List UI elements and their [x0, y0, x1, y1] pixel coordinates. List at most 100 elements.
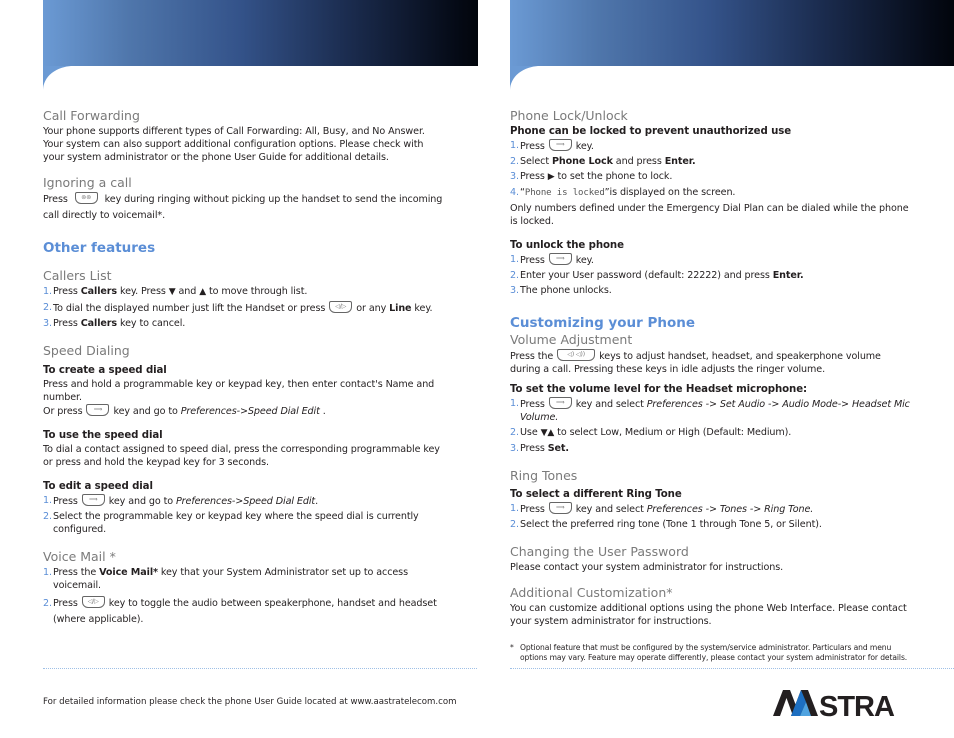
- list-item: 3. Press Callers key to cancel.: [43, 317, 443, 330]
- step-number: 1.: [510, 398, 519, 409]
- footer-text: For detailed information please check th…: [43, 697, 457, 707]
- phone-lock-heading: Phone Lock/Unlock: [510, 108, 628, 123]
- text: The phone unlocks.: [520, 285, 612, 296]
- list-item: 1. Press ⟹ key and select Preferences -> T…: [510, 502, 910, 516]
- enter-label: Enter.: [772, 270, 804, 281]
- headset-volume-title: To set the volume level for the Headset …: [510, 384, 807, 395]
- step-number: 2.: [43, 598, 52, 609]
- text: Press: [520, 255, 545, 266]
- create-speed-dial-body: Press and hold a programmable key or key…: [43, 379, 435, 403]
- options-key-icon: ⟹: [548, 397, 572, 409]
- other-features-title: Other features: [43, 240, 156, 256]
- list-item: 1. Press ⟹ key.: [510, 253, 910, 267]
- list-item: 2. To dial the displayed number just lif…: [43, 301, 443, 315]
- voice-mail-heading: Voice Mail *: [43, 549, 116, 564]
- list-item: 2. Use ▼▲ to select Low, Medium or High …: [510, 426, 910, 440]
- edit-speed-dial-title: To edit a speed dial: [43, 481, 153, 492]
- header-banner: [510, 0, 954, 66]
- options-key-icon: ⟹: [86, 404, 110, 416]
- text: key to toggle the audio between speakerp…: [53, 598, 437, 625]
- lock-steps: 1. Press ⟹ key. 2. Select Phone Lock and p…: [510, 139, 910, 200]
- step-number: 2.: [43, 302, 52, 313]
- use-speed-dial-title: To use the speed dial: [43, 430, 163, 441]
- text: Press the: [53, 567, 100, 578]
- footnote: * Optional feature that must be configur…: [510, 643, 910, 663]
- step-number: 1.: [43, 495, 52, 506]
- menu-path: Preferences->Speed Dial Edit: [175, 496, 316, 507]
- step-number: 1.: [510, 254, 519, 265]
- step-number: 1.: [43, 286, 52, 297]
- text: key to cancel.: [117, 318, 186, 329]
- text: Use: [520, 427, 541, 438]
- step-number: 1.: [510, 503, 519, 514]
- callers-list-heading: Callers List: [43, 268, 112, 283]
- header-banner-curve: [43, 66, 71, 90]
- call-forwarding-heading: Call Forwarding: [43, 108, 140, 123]
- step-number: 3.: [43, 318, 52, 329]
- step-number: 3.: [510, 285, 519, 296]
- menu-path: Preferences->Speed Dial Edit: [180, 406, 320, 417]
- down-up-arrows-icon: ▼▲: [540, 428, 555, 438]
- text: Press: [520, 504, 545, 515]
- list-item: 2. Select the programmable key or keypad…: [43, 510, 443, 536]
- text: key during ringing without picking up th…: [43, 194, 443, 221]
- phone-lock-label: Phone Lock: [551, 156, 613, 167]
- text: To dial the displayed number just lift t…: [53, 303, 326, 314]
- text: Or press: [43, 406, 83, 417]
- text: and press: [612, 156, 665, 167]
- list-item: 1. Press Callers key. Press ▼ and ▲ to m…: [43, 285, 443, 299]
- logo-letters: STRA: [773, 690, 896, 718]
- text: .: [319, 406, 326, 417]
- text: key and select: [575, 399, 647, 410]
- list-item: 3. The phone unlocks.: [510, 284, 910, 297]
- edit-speed-dial-steps: 1. Press ⟹ key and go to Preferences->Spee…: [43, 494, 443, 536]
- list-item: 1. Press ⟹ key and select Preferences -> S…: [510, 397, 910, 424]
- header-banner: [43, 0, 478, 66]
- list-item: 4. “Phone is locked”is displayed on the …: [510, 186, 910, 200]
- ring-tone-steps: 1. Press ⟹ key and select Preferences -> T…: [510, 502, 910, 531]
- text: Press: [53, 286, 81, 297]
- footnote-marker: *: [510, 643, 514, 652]
- logo-text-stra: STRA: [819, 691, 895, 718]
- footer-divider: [510, 668, 954, 669]
- text: to select Low, Medium or High (Default: …: [554, 427, 792, 438]
- customizing-title: Customizing your Phone: [510, 315, 696, 331]
- additional-heading: Additional Customization*: [510, 585, 673, 600]
- step-number: 3.: [510, 171, 519, 182]
- ring-tones-heading: Ring Tones: [510, 468, 578, 483]
- step-number: 3.: [510, 443, 519, 454]
- text: key and go to: [113, 406, 181, 417]
- list-item: 2. Press ◁/▷ key to toggle the audio betwe…: [43, 596, 443, 628]
- callers-key-label: Callers: [80, 318, 118, 329]
- ignoring-call-body: Press ⊚⊚ key during ringing without pick…: [43, 192, 443, 224]
- text: Select the preferred ring tone (Tone 1 t…: [520, 519, 822, 530]
- right-arrow-icon: ▶: [547, 172, 555, 182]
- password-body: Please contact your system administrator…: [510, 562, 784, 573]
- password-heading: Changing the User Password: [510, 544, 689, 559]
- text: key.: [411, 303, 433, 314]
- list-item: 1. Press ⟹ key and go to Preferences->Spee…: [43, 494, 443, 508]
- headset-volume-steps: 1. Press ⟹ key and select Preferences -> S…: [510, 397, 910, 455]
- text: Press: [520, 141, 545, 152]
- left-page: Call Forwarding Your phone supports diff…: [0, 0, 478, 738]
- text: key. Press: [117, 286, 169, 297]
- text: key and go to: [108, 496, 176, 507]
- down-arrow-icon: ▼: [168, 287, 176, 297]
- footnote-text: Optional feature that must be configured…: [520, 643, 908, 662]
- list-item: 1. Press ⟹ key.: [510, 139, 910, 153]
- unlock-title: To unlock the phone: [510, 240, 624, 251]
- text: to set the phone to lock.: [554, 171, 673, 182]
- aastra-logo: STRA: [773, 690, 896, 718]
- left-content: Call Forwarding Your phone supports diff…: [43, 108, 443, 630]
- list-item: 3. Press ▶ to set the phone to lock.: [510, 170, 910, 184]
- step-number: 1.: [43, 567, 52, 578]
- additional-body: You can customize additional options usi…: [510, 603, 907, 627]
- footer-divider: [43, 668, 477, 669]
- right-content: Phone Lock/Unlock Phone can be locked to…: [510, 108, 910, 663]
- step-number: 2.: [510, 270, 519, 281]
- enter-label: Enter.: [664, 156, 696, 167]
- text: .: [315, 496, 319, 507]
- step-number: 4.: [510, 187, 519, 198]
- step-number: 2.: [510, 156, 519, 167]
- voice-mail-steps: 1. Press the Voice Mail* key that your S…: [43, 566, 443, 628]
